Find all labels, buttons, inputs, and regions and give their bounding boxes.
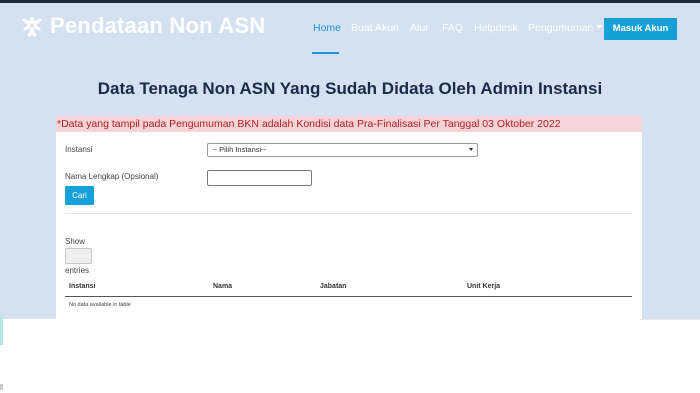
notice-banner: *Data yang tampil pada Pengumuman BKN ad… bbox=[56, 116, 642, 132]
nav-pengumuman-label: Pengumuman bbox=[528, 22, 594, 34]
section-divider bbox=[65, 213, 632, 214]
chevron-down-icon bbox=[596, 25, 603, 29]
show-label: Show bbox=[65, 237, 86, 246]
nav-buat-akun[interactable]: Buat Akun bbox=[351, 22, 399, 34]
nav-helpdesk[interactable]: Helpdesk bbox=[474, 22, 518, 34]
column-header-instansi[interactable]: Instansi bbox=[69, 283, 95, 290]
nav-pengumuman-dropdown[interactable]: Pengumuman bbox=[528, 22, 603, 34]
instansi-label: Instansi bbox=[65, 145, 93, 154]
entries-length-select[interactable] bbox=[65, 248, 92, 264]
garuda-emblem-icon bbox=[22, 17, 42, 37]
nama-input[interactable] bbox=[207, 170, 312, 186]
column-header-nama[interactable]: Nama bbox=[213, 283, 232, 290]
page-lower-area bbox=[0, 319, 700, 393]
left-edge-accent bbox=[0, 317, 3, 345]
site-brand-title[interactable]: Pendataan Non ASN bbox=[50, 13, 265, 39]
login-button[interactable]: Masuk Akun bbox=[604, 18, 677, 40]
nama-label: Nama Lengkap (Opsional) bbox=[65, 172, 159, 181]
search-card bbox=[56, 132, 642, 319]
dropdown-arrow-icon bbox=[469, 148, 473, 151]
nav-home[interactable]: Home bbox=[313, 22, 341, 34]
search-button[interactable]: Cari bbox=[65, 186, 94, 205]
nav-alur[interactable]: Alur bbox=[410, 22, 429, 34]
instansi-select[interactable]: -- Pilih Instansi-- bbox=[207, 143, 478, 157]
lower-edge-line bbox=[640, 319, 700, 320]
nav-faq[interactable]: FAQ bbox=[442, 22, 463, 34]
table-empty-message: No data available in table bbox=[69, 302, 131, 308]
page-title: Data Tenaga Non ASN Yang Sudah Didata Ol… bbox=[97, 79, 603, 98]
table-header-line bbox=[65, 296, 632, 297]
column-header-jabatan[interactable]: Jabatan bbox=[320, 283, 346, 290]
column-header-unit-kerja[interactable]: Unit Kerja bbox=[467, 283, 500, 290]
scroll-marker bbox=[0, 384, 3, 390]
entries-label: entries bbox=[65, 266, 90, 275]
nav-active-indicator bbox=[312, 52, 339, 54]
instansi-select-value: -- Pilih Instansi-- bbox=[212, 145, 267, 154]
